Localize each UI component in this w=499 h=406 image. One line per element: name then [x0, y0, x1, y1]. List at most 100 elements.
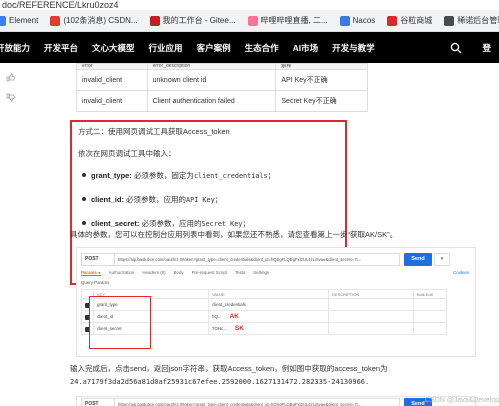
bookmark-favicon-icon: [247, 15, 258, 26]
header-cell: DESCRIPTION: [328, 289, 414, 299]
error-description-cell: Client authentication failed: [146, 90, 277, 112]
login-link[interactable]: 登: [482, 42, 491, 54]
value-cell: 7OHc... SK: [208, 322, 329, 335]
save-icon: ▾: [434, 252, 450, 266]
param-code: Secret Key: [201, 220, 243, 228]
bookmark-favicon-icon: [0, 15, 6, 26]
tab-params: Params ●: [81, 270, 101, 276]
description-cell: [328, 322, 414, 335]
params-highlight-box: [89, 296, 151, 349]
nav-item-industry-apps[interactable]: 行业应用: [149, 42, 183, 54]
param-item-client-id: client_id: 必须参数，应用的API Key；: [82, 194, 222, 205]
error-code-cell: invalid_client: [76, 69, 148, 91]
bookmark-item[interactable]: 哔哩哔哩直播, 二...: [247, 15, 328, 26]
bookmark-item[interactable]: Element: [0, 15, 39, 26]
nav-item-dev-teaching[interactable]: 开发与教学: [332, 42, 375, 54]
nav-item-open-capabilities[interactable]: 开放能力: [0, 42, 30, 54]
header-cell: VALUE: [208, 289, 329, 299]
nav-item-dev-platform[interactable]: 开发平台: [44, 42, 78, 54]
postman-screenshot-2: POST https://aip.baidubce.com/oauth/2.0/…: [76, 396, 476, 406]
bullet-icon: [82, 173, 86, 178]
param-colon: :: [129, 171, 132, 180]
postman-request-bar: POST https://aip.baidubce.com/oauth/2.0/…: [81, 252, 450, 266]
table-row: invalid_client Client authentication fai…: [76, 90, 368, 112]
param-colon: :: [136, 219, 140, 228]
request-url: https://aip.baidubce.com/oauth/2.0/token…: [115, 398, 400, 406]
value-text: client_credentials: [212, 302, 246, 307]
search-icon[interactable]: [450, 42, 462, 54]
explanation-cell: API Key不正确: [275, 69, 368, 91]
tab-tests: Tests: [234, 270, 246, 275]
bookmark-favicon-icon: [444, 15, 455, 26]
nav-item-ecosystem[interactable]: 生态合作: [245, 42, 279, 54]
header-cell: Bulk Edit: [413, 289, 447, 299]
bookmark-item[interactable]: (102条消息) CSDN...: [50, 15, 138, 26]
bookmark-label: 谷粒商城: [400, 16, 433, 25]
value-cell: client_credentials: [208, 298, 329, 311]
address-text: doc/REFERENCE/Lkru0zoz4: [2, 0, 119, 10]
method-select: POST: [81, 252, 115, 266]
request-url: https://aip.baidubce.com/oauth/2.0/token…: [115, 252, 400, 266]
bookmark-label: (102条消息) CSDN...: [63, 16, 138, 25]
table-row: invalid_client unknown client id API Key…: [76, 69, 368, 91]
param-item-client-secret: client_secret: 必须参数，应用的Secret Key；: [82, 218, 250, 229]
param-end: ；: [267, 171, 276, 180]
param-desc: 必须参数，应用的: [126, 195, 187, 204]
bookmark-label: 我的工作台 - Gitee...: [162, 16, 236, 25]
param-name: grant_type: [91, 171, 130, 180]
param-name: client_id: [91, 195, 122, 204]
left-toolbar: [0, 63, 22, 406]
bookmark-label: 稀诺后台管理系统: [457, 16, 499, 25]
method2-title: 方式二：使用网页调试工具获取Access_token: [78, 127, 230, 136]
params-note: 具体的参数，您可以在控制台应用列表中看到，如果您还不熟悉，请您查看第上一步“获取…: [70, 230, 398, 239]
bookmark-label: Nacos: [352, 16, 376, 25]
thumbs-up-icon[interactable]: [6, 73, 15, 82]
bookmarks-bar: Element (102条消息) CSDN... 我的工作台 - Gitee... 哔…: [0, 10, 499, 32]
bookmark-item[interactable]: 谷粒商城: [387, 15, 432, 26]
param-end: ；: [214, 195, 223, 204]
nav-item-ai-market[interactable]: AI市场: [293, 42, 319, 54]
bullet-icon: [82, 197, 86, 202]
description-cell: [328, 310, 414, 323]
postman-screenshot: POST https://aip.baidubce.com/oauth/2.0/…: [76, 247, 476, 357]
tab-settings: Settings: [253, 270, 270, 275]
bookmark-favicon-icon: [339, 15, 350, 26]
postman-tabs: Params ● Authorization Headers (8) Body …: [81, 270, 277, 276]
doc-content: error error_description 解释 invalid_clien…: [70, 63, 476, 406]
empty-cell: [413, 322, 447, 335]
value-text: 7OHc...: [212, 326, 227, 331]
tab-pre-request-script: Pre-request Script: [191, 270, 227, 275]
send-button: Send: [404, 252, 432, 266]
method-select: POST: [81, 398, 115, 406]
annotation-mark: SK: [234, 325, 244, 332]
param-code: API Key: [186, 196, 215, 204]
param-item-grant-type: grant_type: 必须参数，固定为client_credentials；: [82, 170, 275, 181]
address-bar[interactable]: doc/REFERENCE/Lkru0zoz4: [0, 0, 499, 10]
thumbs-down-icon[interactable]: [6, 93, 15, 102]
error-table: error error_description 解释 invalid_clien…: [76, 63, 368, 112]
param-colon: :: [121, 195, 124, 204]
value-cell: hQ... AK: [208, 310, 329, 323]
explanation-cell: Secret Key不正确: [275, 90, 368, 112]
tab-authorization: Authorization: [108, 270, 135, 275]
result-line-1: 输入完成后，点击send，返回json字符串，获取Access_token，例如…: [70, 364, 388, 373]
param-end: ；: [242, 219, 250, 228]
nav-item-customer-cases[interactable]: 客户案例: [197, 42, 231, 54]
tab-headers: Headers (8): [142, 270, 166, 275]
param-code: client_credentials: [193, 172, 268, 180]
bookmark-label: 哔哩哔哩直播, 二...: [260, 16, 328, 25]
bookmark-item[interactable]: Nacos: [339, 15, 376, 26]
cookies-link: Cookies: [453, 270, 469, 275]
bookmark-item[interactable]: 我的工作台 - Gitee...: [149, 15, 236, 26]
nav-item-wenxin-model[interactable]: 文心大模型: [92, 42, 135, 54]
method2-intro: 依次在网页调试工具中输入：: [78, 149, 176, 158]
site-nav: 开放能力 开发平台 文心大模型 行业应用 客户案例 生态合作 AI市场 开发与教…: [0, 32, 499, 63]
error-code-cell: invalid_client: [76, 90, 148, 112]
bookmark-label: Element: [9, 16, 39, 25]
annotation-mark: AK: [229, 313, 239, 320]
bookmark-favicon-icon: [50, 15, 61, 26]
watermark: CSDN @Java&Develop: [424, 397, 499, 404]
bookmark-favicon-icon: [149, 15, 160, 26]
description-cell: [328, 298, 414, 311]
bookmark-item[interactable]: 稀诺后台管理系统: [444, 15, 499, 26]
